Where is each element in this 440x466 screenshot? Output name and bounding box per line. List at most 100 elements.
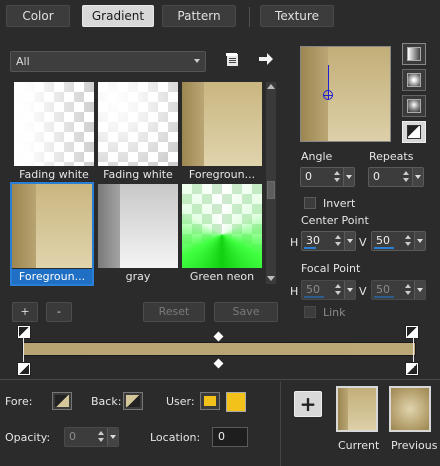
scrollbar-thumb[interactable]: [267, 181, 275, 199]
location-value: 0: [218, 430, 225, 443]
preset-preview: [12, 184, 92, 268]
back-label: Back:: [91, 395, 122, 408]
chevron-down-icon[interactable]: [343, 168, 354, 186]
library-icon[interactable]: [225, 52, 241, 68]
add-to-list-button[interactable]: +: [294, 391, 322, 417]
scroll-up-arrow[interactable]: [267, 84, 275, 89]
stop-marker-fg-right[interactable]: [405, 325, 419, 339]
preset-thumb[interactable]: gray: [98, 184, 178, 284]
preset-label: gray: [125, 270, 151, 283]
preset-thumb[interactable]: Green neon: [182, 184, 262, 284]
fore-stop-button[interactable]: [52, 392, 72, 410]
focal-v-spinner[interactable]: 50: [371, 280, 426, 300]
location-input[interactable]: 0: [212, 427, 248, 447]
spinner-arrows-icon[interactable]: [334, 170, 342, 184]
location-label: Location:: [150, 431, 201, 444]
preset-label: Green neon: [189, 270, 255, 283]
gradient-stop-bar[interactable]: [22, 342, 416, 356]
center-h-bar: [304, 247, 316, 249]
remove-preset-button[interactable]: -: [46, 302, 72, 322]
preset-label: Foregroun...: [188, 168, 256, 181]
preset-preview: [98, 184, 178, 268]
section-divider: [0, 379, 440, 380]
tab-texture[interactable]: Texture: [260, 5, 334, 27]
spinner-arrows-icon[interactable]: [403, 170, 411, 184]
spinner-arrows-icon[interactable]: [98, 430, 106, 444]
chevron-down-icon[interactable]: [107, 428, 118, 446]
chevron-down-icon[interactable]: [414, 281, 425, 299]
focal-h-label: H: [290, 285, 299, 298]
midpoint-marker-top[interactable]: [213, 331, 224, 342]
bottom-divider: [280, 381, 281, 466]
tab-divider: [249, 7, 250, 27]
preset-thumb[interactable]: Fading white: [14, 82, 94, 182]
preset-thumb[interactable]: Fading white: [98, 82, 178, 182]
center-point-title: Center Point: [301, 214, 369, 227]
center-h-label: H: [290, 236, 299, 249]
arrow-right-icon[interactable]: [258, 52, 274, 66]
linear-style-button[interactable]: [402, 43, 426, 65]
focal-h-bar: [304, 296, 324, 298]
center-v-bar: [374, 247, 394, 249]
repeats-spinner[interactable]: 0: [368, 167, 424, 187]
back-stop-button[interactable]: [123, 392, 143, 410]
preset-preview: [182, 82, 262, 166]
save-button[interactable]: Save: [214, 302, 278, 322]
invert-checkbox[interactable]: [304, 197, 316, 209]
angle-spinner[interactable]: 0: [300, 167, 355, 187]
center-h-spinner[interactable]: 30: [301, 231, 356, 251]
link-checkbox[interactable]: [304, 306, 316, 318]
current-gradient-swatch[interactable]: [336, 386, 378, 432]
chevron-down-icon[interactable]: [414, 232, 425, 250]
spinner-arrows-icon[interactable]: [405, 234, 413, 248]
preset-preview: [98, 82, 178, 166]
focal-h-spinner[interactable]: 50: [301, 280, 356, 300]
stop-marker-bg-left[interactable]: [17, 362, 31, 376]
link-label: Link: [323, 306, 346, 319]
opacity-value: 0: [69, 430, 76, 443]
preset-thumb-selected[interactable]: Foregroun...: [10, 182, 94, 286]
opacity-label: Opacity:: [5, 431, 51, 444]
spinner-arrows-icon[interactable]: [335, 234, 343, 248]
opacity-spinner[interactable]: 0: [64, 427, 119, 447]
chevron-down-icon: [194, 59, 200, 63]
radial-style-button[interactable]: [402, 121, 426, 143]
center-v-spinner[interactable]: 50: [371, 231, 426, 251]
tab-pattern[interactable]: Pattern: [162, 5, 236, 27]
reset-button[interactable]: Reset: [143, 302, 205, 322]
preset-thumb[interactable]: Foregroun...: [182, 82, 262, 182]
user-label: User:: [166, 395, 195, 408]
tab-gradient[interactable]: Gradient: [82, 5, 154, 27]
chevron-down-icon[interactable]: [412, 168, 423, 186]
angle-value: 0: [305, 170, 312, 183]
current-label: Current: [338, 439, 380, 452]
midpoint-marker-bottom[interactable]: [213, 358, 224, 369]
user-color-swatch[interactable]: [226, 392, 246, 412]
fore-label: Fore:: [5, 395, 33, 408]
chevron-down-icon[interactable]: [344, 232, 355, 250]
focal-v-label: V: [359, 285, 367, 298]
preset-filter-value: All: [16, 55, 30, 68]
invert-label: Invert: [323, 197, 356, 210]
sunburst-style-button[interactable]: [402, 95, 426, 117]
preset-filter-dropdown[interactable]: All: [10, 51, 206, 72]
add-preset-button[interactable]: +: [12, 302, 38, 322]
gradient-preview[interactable]: [300, 46, 391, 142]
scroll-down-arrow[interactable]: [267, 276, 275, 281]
spinner-arrows-icon[interactable]: [335, 283, 343, 297]
angle-label: Angle: [301, 150, 333, 163]
chevron-down-icon[interactable]: [344, 281, 355, 299]
tab-color[interactable]: Color: [6, 5, 70, 27]
spinner-arrows-icon[interactable]: [405, 283, 413, 297]
user-stop-button[interactable]: [200, 392, 220, 410]
rectangular-style-button[interactable]: [402, 69, 426, 91]
repeats-label: Repeats: [369, 150, 414, 163]
preset-label: Fading white: [103, 168, 173, 181]
preset-label: Fading white: [19, 168, 89, 181]
center-v-label: V: [359, 236, 367, 249]
preset-label: Foregroun...: [12, 269, 92, 284]
stop-marker-fg-left[interactable]: [17, 325, 31, 339]
center-line: [328, 65, 329, 93]
stop-marker-bg-right[interactable]: [405, 362, 419, 376]
previous-gradient-swatch[interactable]: [389, 386, 431, 432]
